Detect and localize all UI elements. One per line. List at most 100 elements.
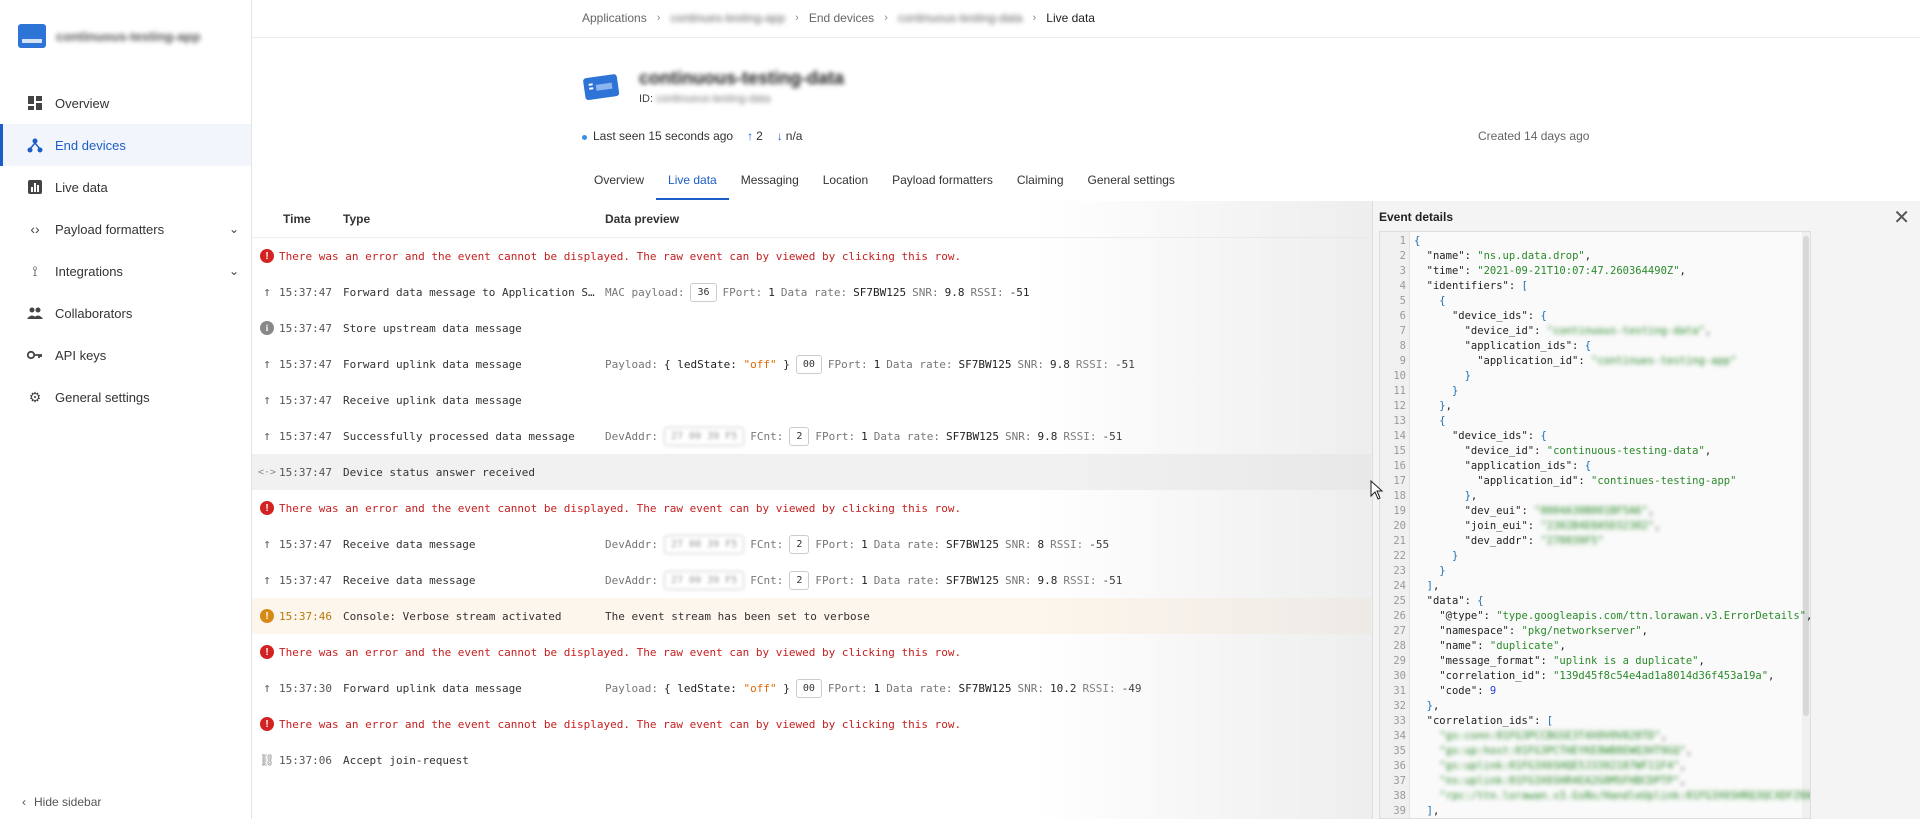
line-number: 7 [1399,325,1406,337]
fcnt-value: 2 [789,534,810,554]
table-row[interactable]: ↑ 15:37:47 Receive data message DevAddr:… [252,562,1371,598]
json-line: 28 "name": "duplicate", [1380,639,1810,654]
tab-payload-formatters[interactable]: Payload formatters [880,170,1005,200]
json-text: "correlation_ids": [ [1426,715,1554,727]
json-line: 39 ], [1380,804,1810,818]
devices-icon [27,137,43,153]
json-line: 22 } [1380,549,1810,564]
sidebar-item-overview[interactable]: Overview [0,82,251,124]
json-text: "gs:uplink:01FG3X6SHQE5J3392187WF11F4", [1439,760,1686,772]
row-type: Successfully processed data message [343,429,575,443]
rate-label: Data rate: [873,573,940,587]
table-row[interactable]: ↑ 15:37:47 Successfully processed data m… [252,418,1371,454]
tab-live-data[interactable]: Live data [656,170,729,200]
json-text: "gs:up:host:01FG3PCTHEYKE8WB8EWQ3HT9GQ", [1439,745,1693,757]
json-line: 27 "namespace": "pkg/networkserver", [1380,624,1810,639]
breadcrumb-device[interactable]: continuous-testing-data [898,11,1023,25]
table-row[interactable]: ↑ 15:37:30 Forward uplink data message P… [252,670,1371,706]
json-text: "name": "duplicate", [1439,640,1566,652]
device-tabs: Overview Live data Messaging Location Pa… [582,170,1187,200]
json-line: 21 "dev_addr": "270039F5" [1380,534,1810,549]
json-text: "name": "ns.up.data.drop", [1426,250,1592,262]
json-line: 34 "gs:conn:01FG3PCCBGSE3T4X0V0V828TD", [1380,729,1810,744]
breadcrumb-end-devices[interactable]: End devices [809,11,874,25]
link-icon: ⛓ [259,753,275,767]
rssi-label: RSSI: [970,285,1004,299]
sidebar-nav: Overview End devices Live data ‹› Payloa… [0,82,251,418]
table-row[interactable]: ⛓ 15:37:06 Accept join-request [252,742,1371,778]
table-row-error[interactable]: ! There was an error and the event canno… [252,490,1371,526]
table-row-warning[interactable]: ! 15:37:46 Console: Verbose stream activ… [252,598,1371,634]
json-line: 13 { [1380,414,1810,429]
sidebar-item-live-data[interactable]: Live data [0,166,251,208]
table-row[interactable]: ↑ 15:37:47 Forward data message to Appli… [252,274,1371,310]
row-preview: MAC payload: 36 FPort: 1 Data rate: SF7BW1… [605,282,1030,302]
event-json-viewer[interactable]: 1{2 "name": "ns.up.data.drop", 3 "time": … [1379,231,1811,819]
snr-label: SNR: [1004,537,1032,551]
line-number: 2 [1399,250,1406,262]
hide-sidebar-label: Hide sidebar [34,795,102,809]
arrow-up-icon: ↑ [263,284,271,300]
tab-general-settings[interactable]: General settings [1076,170,1187,200]
row-time: 15:37:47 [279,465,332,479]
chevron-down-icon[interactable]: ⌄ [229,264,239,278]
sidebar-item-payload-formatters[interactable]: ‹› Payload formatters ⌄ [0,208,251,250]
table-row-error[interactable]: ! There was an error and the event canno… [252,238,1371,274]
hide-sidebar-button[interactable]: ‹ Hide sidebar [22,795,101,809]
created-date: Created 14 days ago [1478,129,1590,143]
rate-value: SF7BW125 [958,681,1012,695]
tab-location[interactable]: Location [811,170,880,200]
device-id: ID: continuous-testing-data [639,93,770,105]
row-preview: Payload: { ledState: "off" } 00 FPort: 1 … [605,354,1135,374]
json-text: "rpc:/ttn.lorawan.v3.GsNs/HandleUplink:0… [1439,790,1811,802]
rssi-label: RSSI: [1082,681,1116,695]
app-brand[interactable]: continuous-testing-app [18,24,200,48]
chevron-down-icon[interactable]: ⌄ [229,222,239,236]
line-number: 20 [1393,520,1406,532]
breadcrumb-live-data: Live data [1046,11,1095,25]
table-row[interactable]: <·> 15:37:47 Device status answer receiv… [252,454,1371,490]
json-line: 10 } [1380,369,1810,384]
payload-bytes: 00 [795,678,822,698]
json-text: "application_id": "continues-testing-app… [1477,355,1737,367]
line-number: 38 [1393,790,1406,802]
line-number: 19 [1393,505,1406,517]
table-row[interactable]: ↑ 15:37:47 Receive data message DevAddr:… [252,526,1371,562]
rate-value: SF7BW125 [853,285,907,299]
table-row[interactable]: ↑ 15:37:47 Receive uplink data message [252,382,1371,418]
sidebar-item-end-devices[interactable]: End devices [0,124,251,166]
integrations-icon: ⟟ [32,262,38,279]
tab-overview[interactable]: Overview [582,170,656,200]
line-number: 5 [1399,295,1406,307]
table-row-error[interactable]: ! There was an error and the event canno… [252,706,1371,742]
sidebar-item-collaborators[interactable]: Collaborators [0,292,251,334]
tab-messaging[interactable]: Messaging [729,170,811,200]
downlink-count-value: n/a [785,129,803,143]
arrow-up-icon: ↑ [263,428,271,444]
json-line: 38 "rpc:/ttn.lorawan.v3.GsNs/HandleUplin… [1380,789,1810,804]
sidebar-item-general-settings[interactable]: ⚙ General settings [0,376,251,418]
arrow-up-icon: ↑ [263,392,271,408]
json-text: }, [1464,490,1478,502]
table-row[interactable]: i 15:37:47 Store upstream data message [252,310,1371,346]
snr-value: 9.8 [1037,429,1058,443]
arrow-up-icon: ↑ [747,129,754,143]
fport-value: 1 [861,573,868,587]
table-row-error[interactable]: ! There was an error and the event canno… [252,634,1371,670]
event-details-panel: Event details ✕ 1{2 "name": "ns.up.data.… [1372,201,1920,819]
sidebar-item-api-keys[interactable]: API keys [0,334,251,376]
tab-claiming[interactable]: Claiming [1005,170,1076,200]
snr-label: SNR: [912,285,939,299]
line-number: 6 [1399,310,1406,322]
close-icon[interactable]: ✕ [1893,205,1910,230]
sidebar-item-integrations[interactable]: ⟟ Integrations ⌄ [0,250,251,292]
breadcrumb-applications[interactable]: Applications [582,11,647,25]
error-message: There was an error and the event cannot … [279,717,962,731]
table-row[interactable]: ↑ 15:37:47 Forward uplink data message P… [252,346,1371,382]
rate-value: SF7BW125 [945,573,999,587]
json-line: 9 "application_id": "continues-testing-a… [1380,354,1810,369]
code-icon: <·> [257,466,277,478]
breadcrumb-application[interactable]: continues-testing-app [670,11,785,25]
json-line: 36 "gs:uplink:01FG3X6SHQE5J3392187WF11F4… [1380,759,1810,774]
json-line: 3 "time": "2021-09-21T10:07:47.260364490… [1380,264,1810,279]
